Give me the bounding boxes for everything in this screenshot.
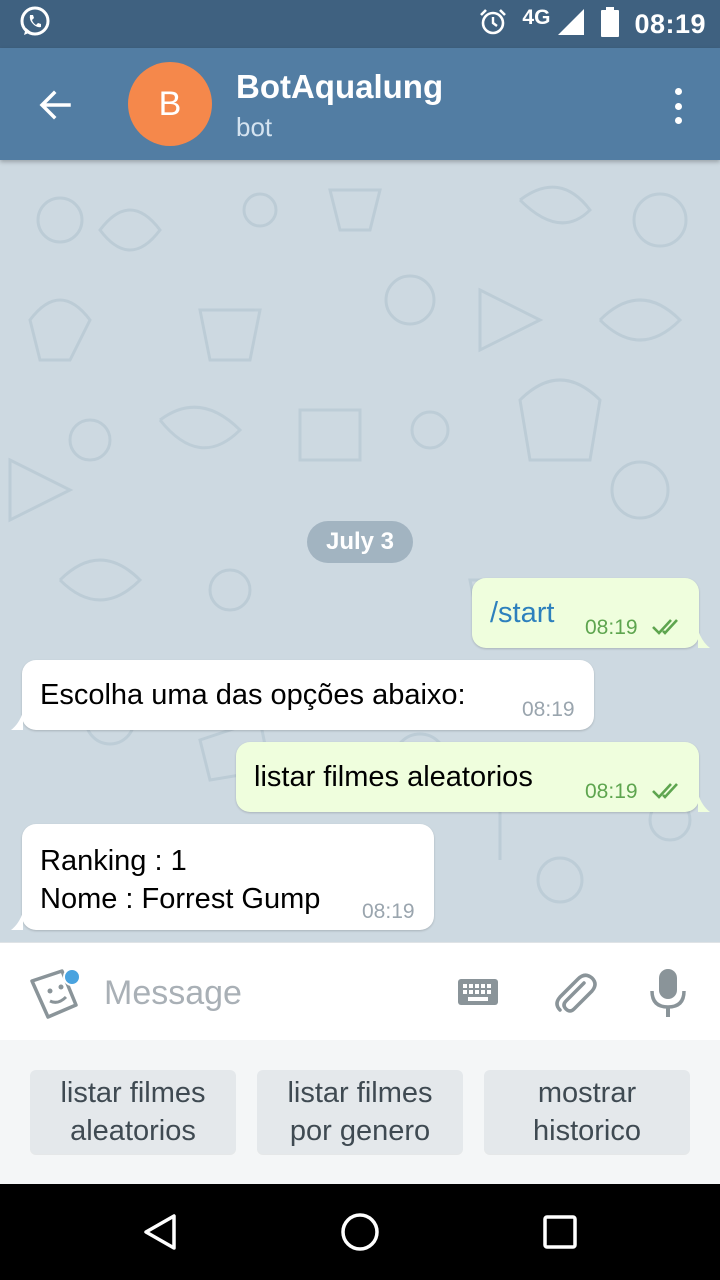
- reply-button-show-history[interactable]: mostrar historico: [484, 1070, 690, 1154]
- circle-home-icon: [341, 1213, 379, 1251]
- battery-icon: [600, 6, 620, 42]
- double-check-icon: [652, 783, 678, 799]
- overflow-menu-button[interactable]: [666, 84, 690, 128]
- message-time: 08:19: [585, 616, 638, 639]
- message-time: 08:19: [362, 900, 415, 923]
- message-text: listar filmes aleatorios: [254, 761, 533, 793]
- system-navigation-bar: [0, 1184, 720, 1280]
- more-vert-icon: [674, 88, 682, 95]
- message-text: Ranking : 1 Nome : Forrest Gump: [40, 845, 321, 915]
- nav-home-button[interactable]: [336, 1208, 384, 1256]
- attach-button[interactable]: [550, 969, 600, 1019]
- date-separator: July 3: [307, 521, 413, 563]
- voice-record-button[interactable]: [646, 967, 690, 1019]
- keyboard-icon: [458, 979, 498, 1005]
- chat-subtitle: bot: [236, 112, 273, 142]
- outgoing-message[interactable]: /start 08:19: [472, 578, 699, 648]
- message-list[interactable]: July 3 /start 08:19 Escolha uma das opçõ…: [0, 160, 720, 942]
- triangle-back-icon: [144, 1214, 176, 1250]
- message-time: 08:19: [522, 698, 575, 721]
- message-time: 08:19: [585, 780, 638, 803]
- nav-recents-button[interactable]: [536, 1208, 584, 1256]
- avatar[interactable]: B: [128, 62, 212, 146]
- paperclip-icon: [555, 973, 597, 1013]
- network-type: 4G: [522, 6, 551, 29]
- signal-icon: [556, 7, 586, 42]
- incoming-message[interactable]: Ranking : 1 Nome : Forrest Gump 08:19: [22, 824, 434, 930]
- sticker-icon: [30, 968, 81, 1019]
- outgoing-message[interactable]: listar filmes aleatorios 08:19: [236, 742, 699, 812]
- bot-reply-keyboard: listar filmes aleatorios listar filmes p…: [0, 1040, 720, 1184]
- bubble-tail: [698, 630, 710, 648]
- back-button[interactable]: [30, 80, 80, 130]
- emoji-sticker-button[interactable]: [26, 967, 84, 1023]
- back-arrow-icon: [39, 90, 71, 120]
- message-text[interactable]: /start: [490, 594, 554, 632]
- status-bar: 4G 08:19: [0, 0, 720, 48]
- reply-button-movies-by-genre[interactable]: listar filmes por genero: [257, 1070, 463, 1154]
- whatsapp-icon: [18, 5, 52, 44]
- square-recents-icon: [543, 1215, 577, 1249]
- chat-title[interactable]: BotAqualung: [236, 68, 443, 106]
- incoming-message[interactable]: Escolha uma das opções abaixo: 08:19: [22, 660, 594, 730]
- bubble-tail: [11, 712, 23, 730]
- bubble-tail: [698, 794, 710, 812]
- message-text: Escolha uma das opções abaixo:: [40, 679, 466, 711]
- chat-header: B BotAqualung bot: [0, 48, 720, 160]
- alarm-icon: [478, 7, 508, 42]
- double-check-icon: [652, 619, 678, 635]
- message-composer: [0, 942, 720, 1040]
- status-time: 08:19: [634, 8, 706, 39]
- bubble-tail: [11, 912, 23, 930]
- nav-back-button[interactable]: [136, 1208, 184, 1256]
- reply-button-random-movies[interactable]: listar filmes aleatorios: [30, 1070, 236, 1154]
- bot-keyboard-toggle-button[interactable]: [456, 975, 504, 1011]
- microphone-icon: [650, 969, 686, 1017]
- message-input[interactable]: [104, 967, 424, 1019]
